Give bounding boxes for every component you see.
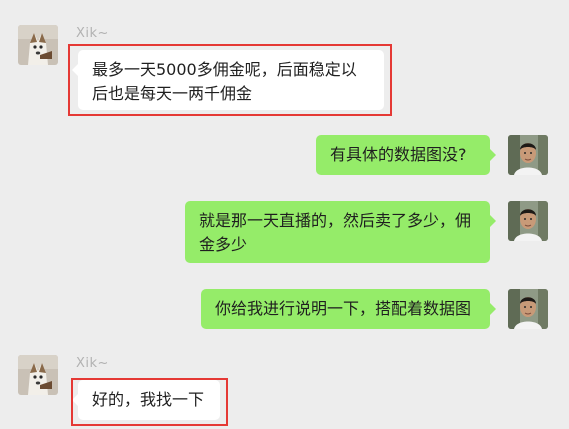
message-bubble-sent[interactable]: 你给我进行说明一下，搭配着数据图: [201, 289, 496, 329]
highlight-box: [68, 44, 392, 116]
message-bubble-sent[interactable]: 就是那一天直播的，然后卖了多少，佣金多少: [185, 201, 496, 263]
sender-name: Xik~: [76, 26, 109, 41]
dog-avatar-icon[interactable]: [18, 355, 58, 395]
man-avatar-icon[interactable]: [508, 135, 548, 175]
highlight-box: [71, 378, 228, 426]
man-avatar-icon[interactable]: [508, 289, 548, 329]
man-avatar-icon[interactable]: [508, 201, 548, 241]
chat-window: Xik~ 最多一天5000多佣金呢，后面稳定以后也是每天一两千佣金 有具体的数据…: [0, 0, 569, 429]
sender-name: Xik~: [76, 356, 109, 371]
dog-avatar-icon[interactable]: [18, 25, 58, 65]
message-bubble-sent[interactable]: 有具体的数据图没?: [316, 135, 496, 175]
